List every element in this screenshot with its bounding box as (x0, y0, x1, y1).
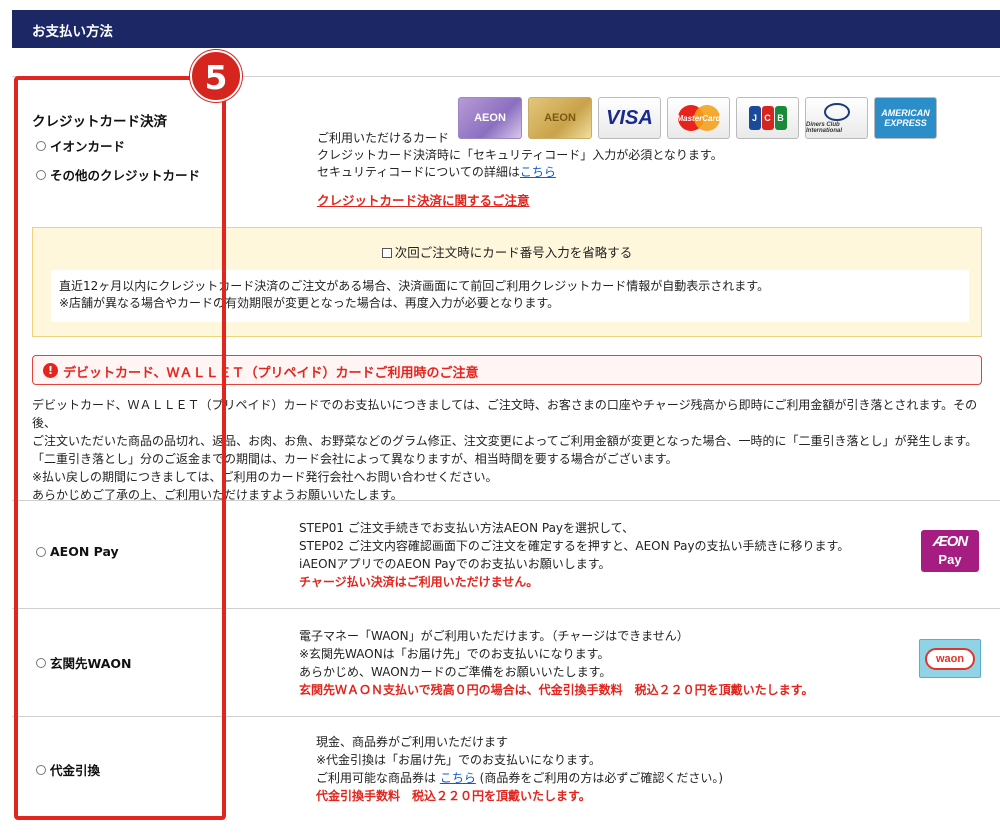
aeon-pay-logo: ÆON Pay (921, 530, 979, 572)
cod-description: 現金、商品券がご利用いただけます ※代金引換は「お届け先」でのお支払いになります… (316, 735, 724, 803)
credit-card-info: ご利用いただけるカード クレジットカード決済時に「セキュリティコード」入力が必須… (317, 131, 723, 179)
highlight-frame (14, 76, 226, 820)
diners-logo: Diners Club International (805, 97, 868, 139)
waon-logo: waon (919, 639, 981, 678)
step-number-badge: 5 (190, 50, 242, 102)
jcb-logo: JCB (736, 97, 799, 139)
amex-logo: AMERICAN EXPRESS (874, 97, 937, 139)
security-code-link[interactable]: こちら (520, 165, 556, 179)
waon-description: 電子マネー「WAON」がご利用いただけます。（チャージはできません） ※玄関先W… (299, 629, 814, 697)
aeon-pay-description: STEP01 ご注文手続きでお支払い方法AEON Payを選択して、 STEP0… (299, 521, 850, 589)
save-card-checkbox[interactable] (381, 248, 392, 258)
gift-voucher-link[interactable]: こちら (440, 771, 476, 785)
credit-card-notice-link[interactable]: クレジットカード決済に関するご注意 (317, 190, 530, 209)
section-title: お支払い方法 (32, 24, 113, 40)
section-header: お支払い方法 (12, 10, 1000, 48)
